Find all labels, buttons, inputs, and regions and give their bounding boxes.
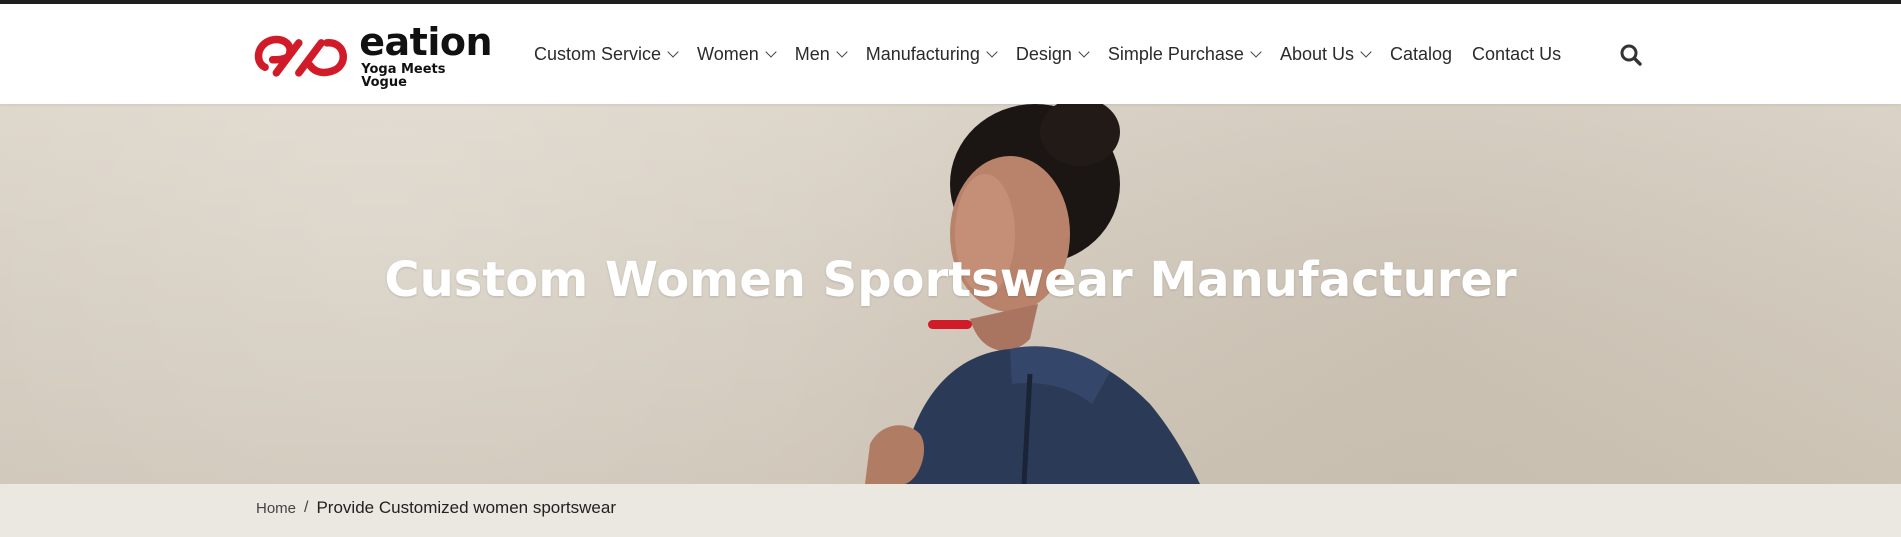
nav-label: Men xyxy=(794,43,830,64)
breadcrumb-separator: / xyxy=(304,499,309,516)
chevron-down-icon xyxy=(1360,45,1372,58)
nav-label: Women xyxy=(697,43,759,64)
chevron-down-icon xyxy=(986,45,998,58)
logo-tagline: Yoga Meets Vogue xyxy=(361,62,446,90)
nav-item-men[interactable]: Men xyxy=(794,43,848,65)
logo-name: eation xyxy=(359,20,492,64)
nav-label: Simple Purchase xyxy=(1107,43,1244,64)
nav-item-catalog[interactable]: Catalog xyxy=(1390,44,1452,65)
nav-item-custom-service[interactable]: Custom Service xyxy=(534,43,679,65)
chevron-down-icon xyxy=(667,45,679,58)
nav-label: Design xyxy=(1015,43,1072,64)
hero-title-underline xyxy=(928,320,972,329)
search-icon[interactable] xyxy=(1620,44,1642,66)
nav-item-design[interactable]: Design xyxy=(1015,43,1090,65)
nav-label: About Us xyxy=(1279,43,1354,64)
nav-label: Catalog xyxy=(1390,43,1453,64)
hero-banner: Custom Women Sportswear Manufacturer xyxy=(0,104,1901,484)
nav-item-simple-purchase[interactable]: Simple Purchase xyxy=(1107,43,1262,65)
nav-label: Contact Us xyxy=(1472,43,1562,64)
nav-item-about-us[interactable]: About Us xyxy=(1279,43,1372,65)
hero-title: Custom Women Sportswear Manufacturer xyxy=(384,252,1517,308)
nav-item-contact-us[interactable]: Contact Us xyxy=(1472,44,1561,65)
nav-item-women[interactable]: Women xyxy=(697,43,777,65)
site-logo[interactable]: eation Yoga Meets Vogue xyxy=(252,20,492,90)
breadcrumb: Home / Provide Customized women sportswe… xyxy=(256,498,616,518)
main-nav: Custom Service Women Men Manufacturing D… xyxy=(534,4,1581,104)
breadcrumb-home-link[interactable]: Home xyxy=(256,500,296,517)
nav-label: Manufacturing xyxy=(865,43,980,64)
logo-mark-icon xyxy=(254,35,347,77)
breadcrumb-current: Provide Customized women sportswear xyxy=(316,498,616,517)
nav-item-manufacturing[interactable]: Manufacturing xyxy=(865,43,998,65)
chevron-down-icon xyxy=(765,45,777,58)
breadcrumb-bar: Home / Provide Customized women sportswe… xyxy=(0,484,1901,537)
nav-label: Custom Service xyxy=(534,43,662,64)
site-header: eation Yoga Meets Vogue Custom Service W… xyxy=(0,4,1901,104)
chevron-down-icon xyxy=(1250,45,1262,58)
chevron-down-icon xyxy=(1078,45,1090,58)
chevron-down-icon xyxy=(836,45,848,58)
